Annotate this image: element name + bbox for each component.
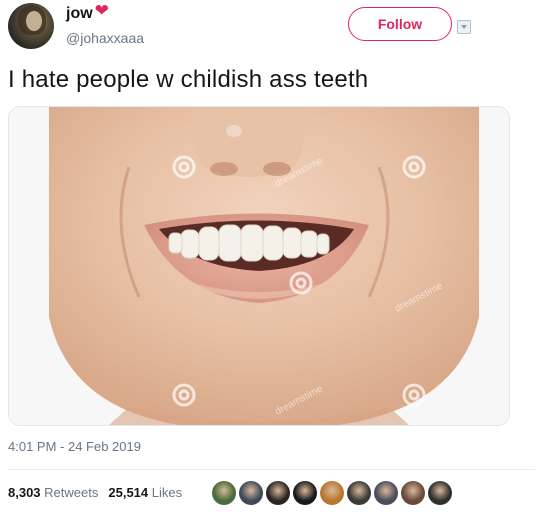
- author-handle[interactable]: @johaxxaaa: [66, 30, 144, 46]
- liker-avatar[interactable]: [293, 481, 317, 505]
- liker-avatar[interactable]: [428, 481, 452, 505]
- tweet-media-image[interactable]: dreamstime dreamstime dreamstime: [8, 106, 510, 426]
- divider-top: [8, 469, 535, 470]
- tweet-timestamp[interactable]: 4:01 PM - 24 Feb 2019: [8, 439, 141, 454]
- liker-avatar[interactable]: [239, 481, 263, 505]
- liker-avatar[interactable]: [266, 481, 290, 505]
- liker-avatar[interactable]: [401, 481, 425, 505]
- retweets-stat[interactable]: 8,303 Retweets: [8, 485, 98, 500]
- retweets-label: Retweets: [44, 485, 99, 500]
- liker-avatar[interactable]: [374, 481, 398, 505]
- engagement-stats: 8,303 Retweets 25,514 Likes: [8, 485, 182, 500]
- caret-down-icon[interactable]: [457, 20, 471, 34]
- smile-photo: dreamstime dreamstime dreamstime: [9, 107, 509, 425]
- avatar-face: [26, 11, 42, 31]
- author-avatar[interactable]: [8, 3, 54, 49]
- author-display-name[interactable]: jow: [66, 5, 93, 23]
- liker-avatar[interactable]: [347, 481, 371, 505]
- likes-stat[interactable]: 25,514 Likes: [108, 485, 182, 500]
- author-name-row: jow ❤: [66, 1, 109, 23]
- likes-count: 25,514: [108, 485, 149, 500]
- likes-label: Likes: [151, 485, 183, 500]
- retweets-count: 8,303: [8, 485, 41, 500]
- follow-button[interactable]: Follow: [348, 7, 452, 41]
- tweet-text: I hate people w childish ass teeth: [8, 66, 369, 93]
- liker-avatars: [212, 481, 452, 505]
- liker-avatar[interactable]: [320, 481, 344, 505]
- liker-avatar[interactable]: [212, 481, 236, 505]
- heart-icon: ❤: [94, 1, 109, 20]
